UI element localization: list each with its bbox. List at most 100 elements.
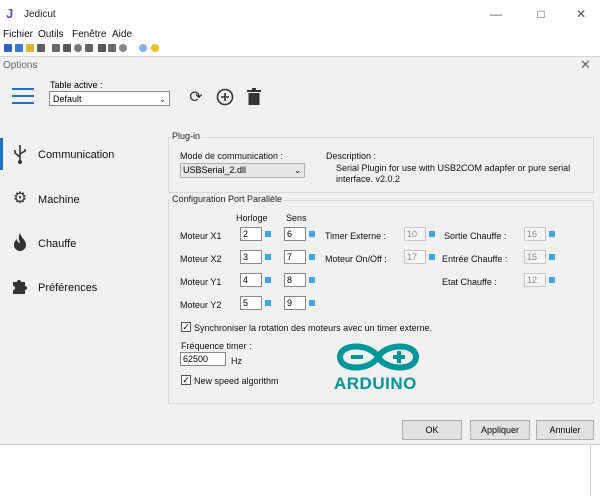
sidebar-item-communication[interactable]: Communication — [0, 136, 160, 172]
title-bar — [0, 0, 600, 28]
minimize-button[interactable]: — — [488, 6, 504, 22]
entree-chauffe-spin-icon[interactable] — [549, 254, 555, 260]
toolbar-tool1-icon[interactable] — [52, 44, 60, 52]
sidebar-item-machine[interactable]: ⚙ Machine — [0, 181, 160, 217]
mode-communication-select[interactable]: USBSerial_2.dll ⌄ — [180, 163, 305, 178]
moteur-y1-horloge-spin-icon[interactable] — [265, 277, 271, 283]
frequence-timer-input[interactable]: 62500 — [180, 352, 226, 366]
maximize-button[interactable]: □ — [533, 6, 549, 22]
sync-timer-checkbox[interactable]: ✓ — [181, 322, 191, 332]
moteur-y2-label: Moteur Y2 — [180, 300, 222, 310]
chevron-down-icon: ⌄ — [294, 166, 301, 175]
toolbar-doc2-icon[interactable] — [15, 44, 23, 52]
toolbar-doc-icon[interactable] — [4, 44, 12, 52]
etat-chauffe-input[interactable]: 12 — [524, 273, 546, 287]
cancel-button[interactable]: Annuler — [536, 420, 594, 440]
moteur-y1-label: Moteur Y1 — [180, 277, 222, 287]
gear-icon: ⚙ — [12, 190, 28, 207]
puzzle-icon — [10, 277, 30, 297]
hamburger-menu-icon[interactable] — [12, 88, 34, 104]
trash-icon[interactable] — [244, 88, 264, 108]
sidebar-item-chauffe[interactable]: Chauffe — [0, 225, 160, 261]
toolbar-tool3-icon[interactable] — [74, 44, 82, 52]
toolbar-tool7-icon[interactable] — [119, 44, 127, 52]
moteur-y2-sens-input[interactable]: 9 — [284, 296, 306, 310]
menu-fenetre[interactable]: Fenêtre — [72, 29, 106, 40]
entree-chauffe-input[interactable]: 15 — [524, 250, 546, 264]
add-icon[interactable] — [215, 88, 235, 108]
flame-icon — [10, 233, 30, 253]
moteur-x1-horloge-spin-icon[interactable] — [265, 231, 271, 237]
etat-chauffe-spin-icon[interactable] — [549, 277, 555, 283]
table-active-select[interactable]: Default ⌄ — [49, 91, 170, 106]
moteur-x1-sens-spin-icon[interactable] — [309, 231, 315, 237]
moteur-x2-sens-spin-icon[interactable] — [309, 254, 315, 260]
toolbar-tool2-icon[interactable] — [63, 44, 71, 52]
moteur-x2-label: Moteur X2 — [180, 254, 222, 264]
sync-timer-label: Synchroniser la rotation des moteurs ave… — [194, 323, 433, 333]
toolbar-globe-icon[interactable] — [139, 44, 147, 52]
moteur-onoff-input[interactable]: 17 — [404, 250, 426, 264]
moteur-y1-sens-spin-icon[interactable] — [309, 277, 315, 283]
sens-header: Sens — [286, 213, 307, 223]
moteur-y2-sens-spin-icon[interactable] — [309, 300, 315, 306]
table-active-label: Table active : — [50, 80, 103, 90]
moteur-y2-horloge-input[interactable]: 5 — [240, 296, 262, 310]
refresh-icon[interactable]: ⟳ — [186, 88, 206, 108]
timer-externe-spin-icon[interactable] — [429, 231, 435, 237]
ok-button[interactable]: OK — [402, 420, 462, 440]
toolbar-light-icon[interactable] — [151, 44, 159, 52]
timer-externe-label: Timer Externe : — [325, 231, 387, 241]
frequence-timer-label: Fréquence timer : — [181, 341, 252, 351]
jedicut-app-icon: J — [6, 6, 14, 21]
mode-communication-label: Mode de communication : — [180, 151, 284, 161]
timer-externe-input[interactable]: 10 — [404, 227, 426, 241]
description-line-1: Serial Plugin for use with USB2COM adapf… — [336, 163, 571, 173]
toolbar-tool4-icon[interactable] — [85, 44, 93, 52]
dialog-title: Options — [3, 60, 38, 71]
apply-button[interactable]: Appliquer — [470, 420, 530, 440]
sidebar-item-label: Machine — [38, 194, 80, 206]
description-line-2: interface. v2.0.2 — [336, 174, 401, 184]
close-window-button[interactable]: ✕ — [573, 6, 589, 22]
etat-chauffe-label: Etat Chauffe : — [442, 277, 497, 287]
menu-aide[interactable]: Aide — [112, 29, 132, 40]
toolbar-folder-icon[interactable] — [26, 44, 34, 52]
horloge-header: Horloge — [236, 213, 268, 223]
menu-outils[interactable]: Outils — [38, 29, 64, 40]
dialog-close-icon[interactable]: ✕ — [580, 57, 591, 73]
toolbar-tool6-icon[interactable] — [108, 44, 116, 52]
entree-chauffe-label: Entrée Chauffe : — [442, 254, 508, 264]
sortie-chauffe-label: Sortie Chauffe : — [444, 231, 507, 241]
chevron-down-icon: ⌄ — [159, 95, 166, 104]
moteur-x2-sens-input[interactable]: 7 — [284, 250, 306, 264]
description-label: Description : — [326, 151, 377, 161]
workspace-divider — [590, 444, 591, 496]
mode-communication-value: USBSerial_2.dll — [183, 165, 247, 175]
sidebar-item-label: Préférences — [38, 282, 98, 294]
toolbar-tool5-icon[interactable] — [98, 44, 106, 52]
new-speed-algorithm-checkbox[interactable]: ✓ — [181, 375, 191, 385]
sidebar-item-label: Communication — [38, 149, 115, 161]
moteur-x1-sens-input[interactable]: 6 — [284, 227, 306, 241]
moteur-x1-horloge-input[interactable]: 2 — [240, 227, 262, 241]
moteur-y1-horloge-input[interactable]: 4 — [240, 273, 262, 287]
moteur-x2-horloge-spin-icon[interactable] — [265, 254, 271, 260]
sidebar-item-preferences[interactable]: Préférences — [0, 269, 160, 305]
moteur-x2-horloge-input[interactable]: 3 — [240, 250, 262, 264]
usb-icon — [10, 144, 30, 164]
app-title: Jedicut — [24, 9, 56, 20]
arduino-logo: ARDUINO — [330, 340, 426, 398]
menu-fichier[interactable]: Fichier — [3, 29, 33, 40]
moteur-onoff-spin-icon[interactable] — [429, 254, 435, 260]
port-config-group-title: Configuration Port Parallèle — [171, 194, 284, 204]
toolbar-save-icon[interactable] — [37, 44, 45, 52]
sortie-chauffe-input[interactable]: 16 — [524, 227, 546, 241]
moteur-y1-sens-input[interactable]: 8 — [284, 273, 306, 287]
sidebar-item-label: Chauffe — [38, 238, 77, 250]
frequence-unit: Hz — [231, 356, 242, 366]
sortie-chauffe-spin-icon[interactable] — [549, 231, 555, 237]
main-window-workspace — [0, 444, 600, 497]
moteur-y2-horloge-spin-icon[interactable] — [265, 300, 271, 306]
plugin-group-title: Plug-in — [171, 131, 202, 141]
